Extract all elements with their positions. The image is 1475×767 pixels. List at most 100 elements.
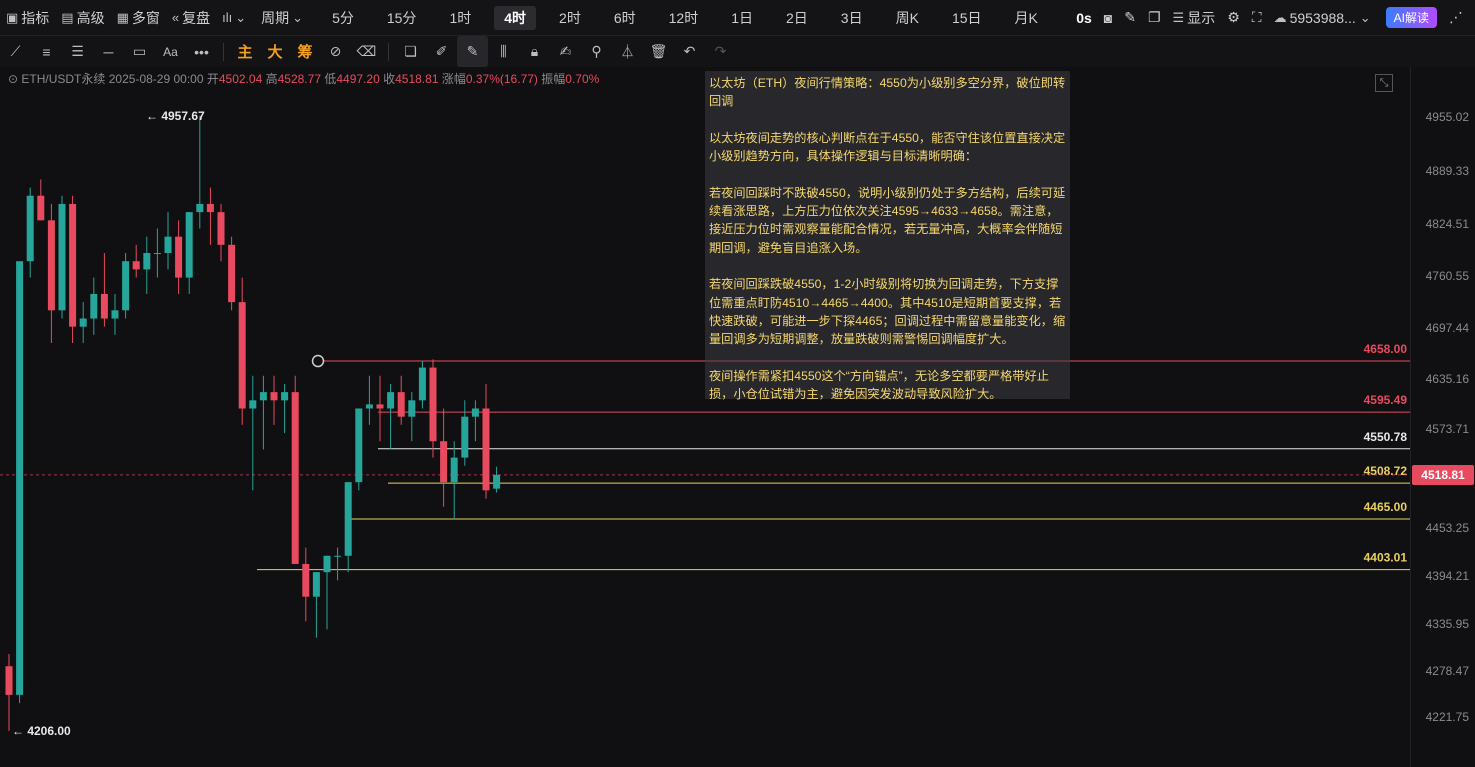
brush-icon[interactable]: ✐ — [426, 36, 457, 67]
ai-label: AI解读 — [1385, 7, 1437, 28]
eraser-icon[interactable]: ⌫ — [351, 36, 382, 67]
candle-body — [132, 261, 140, 270]
redo-icon[interactable]: ↷ — [705, 36, 736, 67]
candle-body — [323, 555, 331, 573]
max-mark: ← 4957.67 — [146, 109, 205, 123]
candle-body — [217, 212, 225, 245]
chip-toggle[interactable]: 筹 — [290, 41, 320, 62]
candle-body — [249, 400, 257, 409]
pen-icon[interactable]: ✎ — [1118, 6, 1142, 30]
expand-icon[interactable]: ⤡ — [1375, 74, 1393, 92]
interval-tabs: 5分 15分 1时 4时 2时 6时 12时 1日 2日 3日 周K 15日 月K — [322, 5, 1048, 30]
note-paragraph: 夜间操作需紧扣4550这个“方向锚点”，无论多空都要严格带好止损，小仓位试错为主… — [709, 368, 1049, 402]
candle-body — [206, 203, 214, 213]
axis-tick: 4824.51 — [1425, 216, 1469, 231]
interval-tab[interactable]: 12时 — [659, 6, 709, 30]
main-toggle[interactable]: 主 — [230, 41, 260, 62]
ai-button[interactable]: AI解读 — [1380, 6, 1443, 30]
replay-label: 复盘 — [182, 9, 211, 26]
axis-tick: 4394.21 — [1425, 568, 1469, 583]
candle-body — [185, 212, 193, 278]
advanced-label: 高级 — [76, 9, 105, 26]
edit-note-icon[interactable]: ✍ — [550, 36, 581, 67]
top-toolbar: ▣ 指标 ▤ 高级 ▦ 多窗 «复盘 ılı ⌄ 周期 ⌄ 5分 15分 1时 4时 2时 6时 12… — [0, 0, 1475, 36]
divider — [223, 42, 224, 61]
link-icon[interactable]: ⚲ — [581, 36, 612, 67]
level-label: 4550.78 — [1364, 430, 1408, 444]
filter-icon[interactable]: ⏃ — [612, 36, 643, 67]
horizontal-lines-icon[interactable]: ☰ — [62, 36, 93, 67]
candle-body — [111, 310, 119, 319]
display-button[interactable]: ☰ 显示 — [1167, 6, 1222, 30]
trash-icon[interactable]: 🗑︎ — [643, 36, 674, 67]
interval-tab[interactable]: 周K — [886, 6, 929, 30]
big-toggle[interactable]: 大 — [260, 41, 290, 62]
text-tool-icon[interactable]: Aa — [155, 36, 186, 67]
strategy-note[interactable]: 以太坊（ETH）夜间行情策略：4550为小级别多空分界，破位即转回调 以太坊夜间走… — [705, 71, 1070, 401]
indicators-button[interactable]: ▣ 指标 — [0, 6, 55, 30]
more-tools-icon[interactable]: ••• — [186, 36, 217, 67]
horizontal-line-icon[interactable]: ─ — [93, 36, 124, 67]
magnet-icon[interactable]: ⊘ — [320, 36, 351, 67]
candle-body — [37, 195, 45, 221]
candle-body — [312, 572, 320, 597]
candle-body — [493, 474, 501, 489]
level-label: 4465.00 — [1364, 500, 1408, 514]
interval-tab[interactable]: 6时 — [604, 6, 646, 30]
candle-body — [164, 236, 172, 254]
parallel-tool-icon[interactable]: ≡ — [31, 36, 62, 67]
clone-icon[interactable]: ❏ — [395, 36, 426, 67]
account-button[interactable]: ☁ 5953988... ⌄ — [1268, 6, 1380, 30]
axis-tick: 4453.25 — [1425, 520, 1469, 535]
axis-tick: 4278.47 — [1425, 663, 1469, 678]
multi-window-button[interactable]: ▦ 多窗 — [111, 6, 166, 30]
candle-body — [259, 392, 267, 401]
level-label: 4508.72 — [1364, 464, 1408, 478]
candle-body — [408, 400, 416, 417]
period-button[interactable]: 周期 ⌄ — [255, 6, 312, 30]
min-mark: ← 4206.00 — [12, 724, 71, 738]
compare-icon[interactable]: ⫼ — [488, 36, 519, 67]
chart-type-button[interactable]: ılı ⌄ — [216, 6, 255, 30]
interval-tab[interactable]: 月K — [1005, 6, 1048, 30]
axis-tick: 4221.75 — [1425, 710, 1469, 724]
draw-mode-icon[interactable]: ✎ — [457, 36, 488, 67]
interval-tab[interactable]: 15分 — [377, 6, 427, 30]
interval-tab[interactable]: 2时 — [549, 6, 591, 30]
candle-body — [440, 441, 448, 483]
axis-tick: 4955.02 — [1425, 110, 1469, 124]
lock-icon[interactable]: 🔒︎ — [519, 36, 550, 67]
candle-body — [122, 261, 130, 311]
line-tool-icon[interactable]: ⟋ — [0, 36, 31, 67]
candle-body — [90, 293, 98, 319]
replay-button[interactable]: «复盘 — [166, 6, 216, 30]
candle-body — [450, 457, 458, 483]
copy-icon[interactable]: ❐ — [1142, 6, 1167, 30]
chevron-down-icon: ⌄ — [292, 9, 304, 25]
advanced-button[interactable]: ▤ 高级 — [55, 6, 110, 30]
candle-body — [387, 392, 395, 409]
candle-body — [302, 563, 310, 597]
interval-tab[interactable]: 1时 — [439, 6, 481, 30]
interval-tab[interactable]: 5分 — [322, 6, 364, 30]
candle-body — [376, 404, 384, 409]
interval-tab[interactable]: 2日 — [776, 6, 818, 30]
candle-body — [79, 318, 87, 327]
interval-tab[interactable]: 1日 — [721, 6, 763, 30]
chart-icon: ▣ — [6, 9, 19, 25]
rectangle-icon[interactable]: ▭ — [124, 36, 155, 67]
fullscreen-icon[interactable]: ⛶ — [1246, 6, 1268, 30]
share-icon[interactable]: ⋰ — [1443, 6, 1469, 30]
undo-icon[interactable]: ↶ — [674, 36, 705, 67]
candle-body — [365, 404, 373, 409]
current-price-tag: 4518.81 — [1412, 464, 1474, 485]
camera-icon[interactable]: ◙ — [1098, 6, 1118, 30]
countdown-label: 0s — [1076, 9, 1092, 26]
candle-body — [58, 203, 66, 311]
interval-tab[interactable]: 15日 — [942, 6, 992, 30]
interval-tab[interactable]: 4时 — [494, 5, 537, 30]
axis-tick: 4335.95 — [1425, 616, 1469, 631]
gear-icon[interactable]: ⚙ — [1221, 6, 1246, 30]
price-axis[interactable]: 4955.02 4889.33 4824.51 4760.55 4697.44 4635.… — [1410, 67, 1475, 767]
interval-tab[interactable]: 3日 — [831, 6, 873, 30]
